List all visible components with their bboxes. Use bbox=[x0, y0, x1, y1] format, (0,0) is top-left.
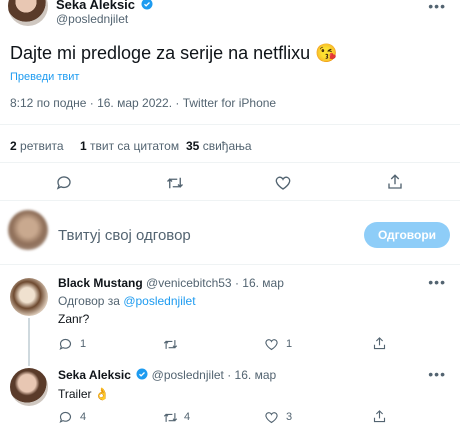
replying-to: Одговор за @poslednjilet bbox=[58, 294, 196, 308]
retweets-label: ретвита bbox=[20, 139, 64, 153]
like-count: 1 bbox=[286, 338, 293, 350]
retweets-stat[interactable]: 2 ретвита bbox=[10, 139, 64, 153]
more-options-icon[interactable]: ••• bbox=[428, 274, 446, 290]
more-options-icon[interactable]: ••• bbox=[428, 0, 446, 14]
reply-icon[interactable] bbox=[58, 410, 73, 425]
thread-line bbox=[28, 318, 30, 366]
like-icon[interactable] bbox=[264, 337, 279, 352]
like-icon[interactable] bbox=[274, 174, 292, 192]
divider bbox=[0, 162, 460, 163]
reply-author-name[interactable]: Black Mustang bbox=[58, 276, 143, 290]
author-avatar[interactable] bbox=[8, 0, 48, 26]
user-avatar bbox=[8, 210, 48, 250]
retweet-icon[interactable] bbox=[162, 410, 179, 425]
tweet-timestamp[interactable]: 8:12 по подне · 16. мар 2022. · Twitter … bbox=[10, 96, 276, 110]
reply-date[interactable]: · 16. мар bbox=[227, 368, 276, 382]
quotes-stat[interactable]: 1 твит са цитатом bbox=[80, 139, 179, 153]
reply-author-name[interactable]: Seka Aleksic bbox=[58, 368, 131, 382]
retweets-count: 2 bbox=[10, 139, 17, 153]
reply-header: Black Mustang @venicebitch53 · 16. мар bbox=[58, 276, 284, 290]
quotes-label: твит са цитатом bbox=[90, 139, 180, 153]
reply-avatar[interactable] bbox=[10, 368, 48, 406]
quotes-count: 1 bbox=[80, 139, 87, 153]
verified-badge-icon bbox=[136, 368, 148, 380]
divider bbox=[0, 200, 460, 201]
author-name[interactable]: Seka Aleksic bbox=[56, 0, 135, 12]
divider bbox=[0, 124, 460, 125]
reply-icon[interactable] bbox=[55, 174, 73, 192]
likes-count: 35 bbox=[186, 139, 200, 153]
verified-badge-icon bbox=[141, 0, 153, 10]
reply-input[interactable]: Твитуј свој одговор bbox=[58, 227, 191, 244]
reply-count: 4 bbox=[80, 411, 87, 423]
share-icon[interactable] bbox=[372, 336, 387, 351]
replying-to-link[interactable]: @poslednjilet bbox=[123, 294, 195, 308]
likes-label: свиђања bbox=[202, 139, 252, 153]
retweet-icon[interactable] bbox=[165, 174, 185, 192]
author-handle[interactable]: @poslednjilet bbox=[56, 12, 128, 26]
more-options-icon[interactable]: ••• bbox=[428, 366, 446, 382]
divider bbox=[0, 264, 460, 265]
retweet-count: 4 bbox=[184, 411, 191, 423]
likes-stat[interactable]: 35 свиђања bbox=[186, 139, 252, 153]
reply-count: 1 bbox=[80, 338, 87, 350]
reply-icon[interactable] bbox=[58, 337, 73, 352]
translate-tweet-link[interactable]: Преведи твит bbox=[10, 71, 79, 83]
retweet-icon[interactable] bbox=[162, 337, 179, 352]
like-icon[interactable] bbox=[264, 410, 279, 425]
share-icon[interactable] bbox=[372, 409, 387, 424]
like-count: 3 bbox=[286, 411, 293, 423]
reply-date[interactable]: · 16. мар bbox=[235, 276, 284, 290]
reply-author-handle[interactable]: @poslednjilet bbox=[152, 368, 224, 382]
replying-prefix: Одговор за bbox=[58, 294, 120, 308]
reply-header: Seka Aleksic @poslednjilet · 16. мар bbox=[58, 368, 276, 382]
reply-text: Zanr? bbox=[58, 312, 90, 326]
tweet-text: Dajte mi predloge za serije na netflixu … bbox=[10, 43, 338, 63]
reply-avatar[interactable] bbox=[10, 278, 48, 316]
reply-text: Trailer 👌 bbox=[58, 387, 110, 401]
share-icon[interactable] bbox=[386, 173, 404, 191]
reply-author-handle[interactable]: @venicebitch53 bbox=[146, 276, 232, 290]
reply-button[interactable]: Одговори bbox=[364, 222, 450, 248]
